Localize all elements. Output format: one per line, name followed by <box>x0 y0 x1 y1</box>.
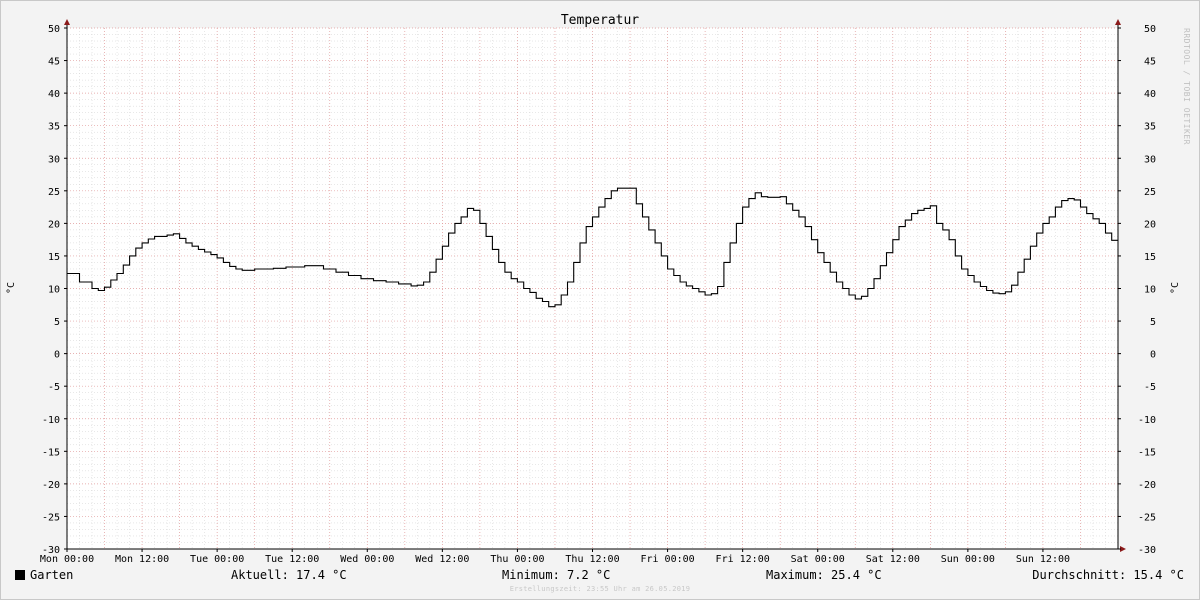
y-tick-label-right: 30 <box>1144 154 1156 165</box>
x-tick-label: Fri 00:00 <box>640 554 694 565</box>
watermark: RRDTOOL / TOBI OETIKER <box>1182 28 1191 145</box>
y-axis-arrow-right <box>1115 19 1121 25</box>
creation-time-note: Erstellungszeit: 23:55 Uhr am 26.05.2019 <box>509 585 691 593</box>
y-tick-label-left: 50 <box>48 24 60 35</box>
y-tick-label-left: 30 <box>48 154 60 165</box>
y-tick-label-right: -20 <box>1138 480 1156 491</box>
y-tick-label-left: -10 <box>42 415 60 426</box>
stat-maximum: Maximum: 25.4 °C <box>766 568 882 582</box>
y-tick-label-left: 25 <box>48 187 60 198</box>
y-tick-label-right: 5 <box>1150 317 1156 328</box>
y-tick-label-right: 10 <box>1144 285 1156 296</box>
x-tick-label: Sun 00:00 <box>941 554 995 565</box>
y-tick-label-right: -15 <box>1138 447 1156 458</box>
y-tick-label-right: 50 <box>1144 24 1156 35</box>
x-tick-label: Tue 00:00 <box>190 554 244 565</box>
x-tick-label: Thu 00:00 <box>490 554 544 565</box>
x-ticks: Mon 00:00 Mon 12:00 Tue 00:00 Tue 12:00 Wed … <box>40 549 1070 565</box>
x-tick-label: Tue 12:00 <box>265 554 319 565</box>
y-axis-label-left: °C <box>6 282 17 294</box>
stat-current: Aktuell: 17.4 °C <box>231 568 347 582</box>
x-tick-label: Wed 00:00 <box>340 554 394 565</box>
y-tick-label-right: 40 <box>1144 89 1156 100</box>
y-tick-label-right: 45 <box>1144 57 1156 68</box>
x-tick-label: Wed 12:00 <box>415 554 469 565</box>
y-tick-label-right: 0 <box>1150 350 1156 361</box>
y-tick-label-left: -5 <box>48 382 60 393</box>
chart-title: Temperatur <box>561 13 639 28</box>
y-tick-label-left: 10 <box>48 285 60 296</box>
y-tick-label-left: 5 <box>54 317 60 328</box>
y-tick-label-right: -30 <box>1138 545 1156 556</box>
y-tick-label-left: 45 <box>48 57 60 68</box>
y-tick-label-right: -5 <box>1144 382 1156 393</box>
x-tick-label: Fri 12:00 <box>716 554 770 565</box>
y-tick-label-left: 20 <box>48 219 60 230</box>
x-tick-label: Sat 00:00 <box>791 554 845 565</box>
y-tick-label-left: 40 <box>48 89 60 100</box>
legend-swatch-garten <box>15 570 25 580</box>
y-axis-arrow-left <box>64 19 70 25</box>
x-tick-label: Mon 00:00 <box>40 554 94 565</box>
y-tick-label-left: -15 <box>42 447 60 458</box>
y-ticks-right: 50454035302520151050-5-10-15-20-25-30 <box>1118 24 1156 556</box>
legend-label-garten: Garten <box>30 568 74 582</box>
temperature-chart: 50454035302520151050-5-10-15-20-25-30 50… <box>6 13 1181 565</box>
x-tick-label: Mon 12:00 <box>115 554 169 565</box>
y-tick-label-right: -10 <box>1138 415 1156 426</box>
y-tick-label-right: 35 <box>1144 122 1156 133</box>
y-tick-label-right: -25 <box>1138 512 1156 523</box>
y-tick-label-right: 25 <box>1144 187 1156 198</box>
x-tick-label: Thu 12:00 <box>565 554 619 565</box>
stat-minimum: Minimum: 7.2 °C <box>502 568 611 582</box>
y-tick-label-right: 20 <box>1144 219 1156 230</box>
stat-average: Durchschnitt: 15.4 °C <box>1032 568 1184 582</box>
y-tick-label-left: -20 <box>42 480 60 491</box>
y-tick-label-left: 15 <box>48 252 60 263</box>
y-tick-label-left: 35 <box>48 122 60 133</box>
x-tick-label: Sun 12:00 <box>1016 554 1070 565</box>
x-tick-label: Sat 12:00 <box>866 554 920 565</box>
y-axis-label-right: °C <box>1170 282 1181 294</box>
y-tick-label-left: -25 <box>42 512 60 523</box>
y-tick-label-left: 0 <box>54 350 60 361</box>
y-ticks-left: 50454035302520151050-5-10-15-20-25-30 <box>42 24 67 556</box>
y-tick-label-right: 15 <box>1144 252 1156 263</box>
